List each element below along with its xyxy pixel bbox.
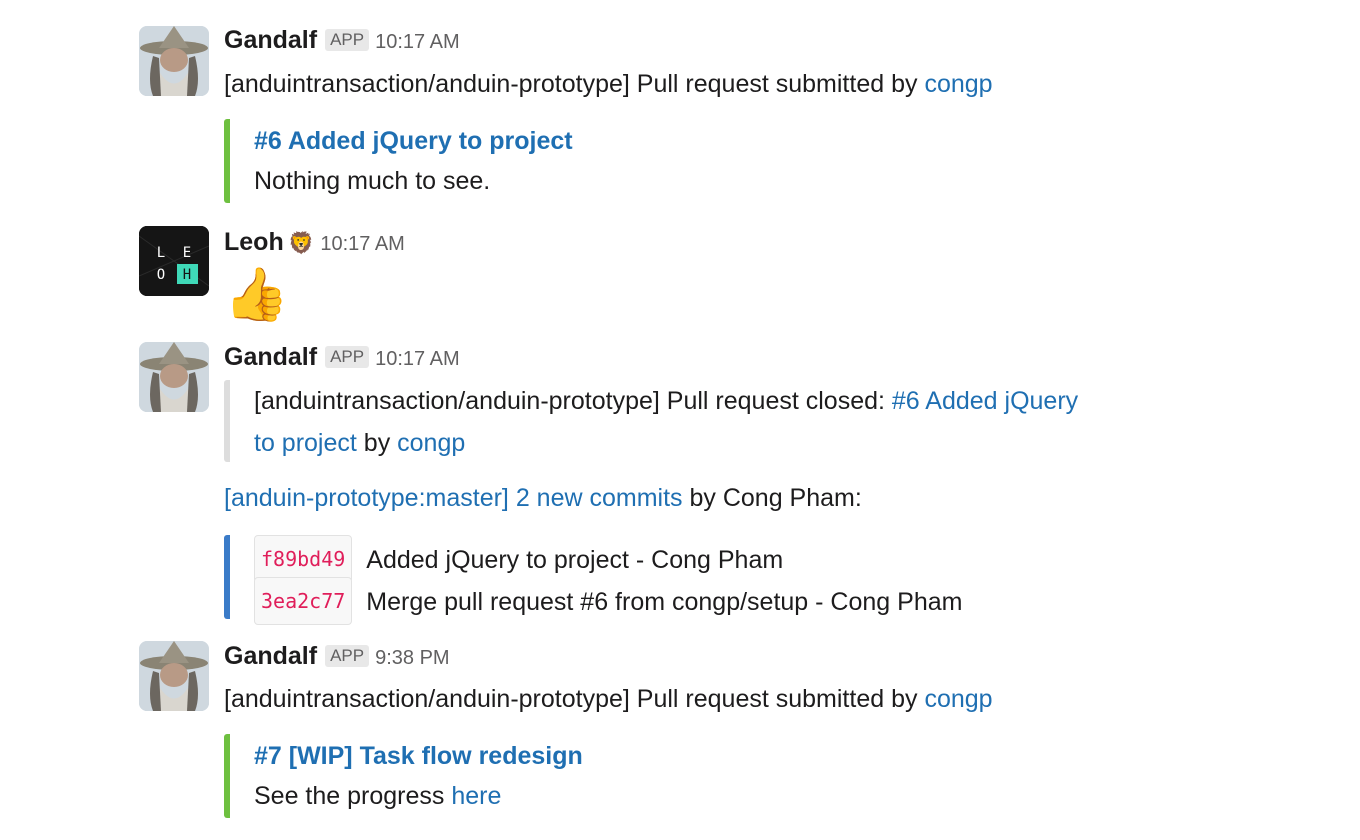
wizard-portrait-icon	[139, 26, 209, 96]
user-link[interactable]: congp	[397, 429, 465, 457]
here-link[interactable]: here	[451, 782, 501, 810]
timestamp[interactable]: 10:17 AM	[375, 348, 460, 370]
pr-attachment: #6 Added jQuery to project Nothing much …	[224, 119, 573, 203]
message-header: Gandalf APP 9:38 PM	[224, 642, 450, 671]
message-text: [anduintransaction/anduin-prototype] Pul…	[224, 685, 993, 714]
commit-sha-link[interactable]: 3ea2c77	[254, 577, 353, 625]
commit-row: f89bd49 Added jQuery to project - Cong Ph…	[254, 535, 962, 583]
gandalf-avatar[interactable]	[139, 342, 209, 412]
commit-sha-link[interactable]: f89bd49	[254, 535, 353, 583]
pr-description: Nothing much to see.	[254, 167, 491, 195]
message-text-prefix: [anduintransaction/anduin-prototype] Pul…	[224, 70, 925, 98]
pr-closed-prefix: [anduintransaction/anduin-prototype] Pul…	[254, 387, 892, 415]
author-name[interactable]: Gandalf	[224, 26, 317, 54]
leoh-avatar[interactable]: L E O H	[139, 226, 209, 296]
app-badge: APP	[325, 645, 370, 667]
message-text: [anduintransaction/anduin-prototype] Pul…	[224, 70, 993, 99]
pr-title-link[interactable]: #7 [WIP] Task flow redesign	[254, 734, 583, 776]
commit-message: Merge pull request #6 from congp/setup -…	[366, 588, 963, 616]
avatar-letter: O	[157, 267, 165, 283]
pr-link[interactable]: to project	[254, 429, 357, 457]
timestamp[interactable]: 9:38 PM	[375, 647, 449, 669]
wizard-portrait-icon	[139, 342, 209, 412]
author-name[interactable]: Leoh	[224, 228, 284, 256]
pr-title-link[interactable]: #6 Added jQuery to project	[254, 119, 573, 161]
gandalf-avatar[interactable]	[139, 641, 209, 711]
user-link[interactable]: congp	[924, 70, 992, 98]
app-badge: APP	[325, 29, 370, 51]
lion-emoji-icon: 🦁	[288, 232, 315, 255]
wizard-portrait-icon	[139, 641, 209, 711]
user-link[interactable]: congp	[924, 685, 992, 713]
app-badge: APP	[325, 346, 370, 368]
commits-author: by Cong Pham:	[682, 484, 862, 512]
pr-attachment: #7 [WIP] Task flow redesign See the prog…	[224, 734, 583, 818]
commits-summary: [anduin-prototype:master] 2 new commits …	[224, 484, 862, 513]
message-header: Leoh 🦁 10:17 AM	[224, 228, 405, 257]
avatar-letter: H	[183, 267, 191, 283]
author-name[interactable]: Gandalf	[224, 642, 317, 670]
pr-description: See the progress here	[254, 776, 583, 818]
gandalf-avatar[interactable]	[139, 26, 209, 96]
commits-attachment: f89bd49 Added jQuery to project - Cong Ph…	[224, 535, 963, 625]
message-header: Gandalf APP 10:17 AM	[224, 343, 460, 372]
timestamp[interactable]: 10:17 AM	[320, 233, 405, 255]
thumbs-up-emoji-icon: 👍	[224, 266, 289, 324]
pr-closed-line-1: [anduintransaction/anduin-prototype] Pul…	[254, 380, 1078, 422]
avatar-letter: E	[183, 245, 191, 261]
commit-row: 3ea2c77 Merge pull request #6 from congp/…	[254, 577, 963, 625]
commits-link[interactable]: [anduin-prototype:master] 2 new commits	[224, 484, 683, 512]
message-header: Gandalf APP 10:17 AM	[224, 26, 460, 55]
pr-description-prefix: See the progress	[254, 782, 452, 810]
pr-closed-line-2: to project by congp	[254, 422, 1078, 464]
message-text-prefix: [anduintransaction/anduin-prototype] Pul…	[224, 685, 925, 713]
by-text: by	[356, 429, 398, 457]
author-name[interactable]: Gandalf	[224, 343, 317, 371]
timestamp[interactable]: 10:17 AM	[375, 31, 460, 53]
leoh-logo-icon: L E O H	[139, 226, 209, 296]
avatar-letter: L	[157, 245, 165, 261]
commit-message: Added jQuery to project - Cong Pham	[366, 546, 784, 574]
pr-closed-quote: [anduintransaction/anduin-prototype] Pul…	[224, 380, 1078, 462]
pr-link[interactable]: #6 Added jQuery	[892, 387, 1078, 415]
